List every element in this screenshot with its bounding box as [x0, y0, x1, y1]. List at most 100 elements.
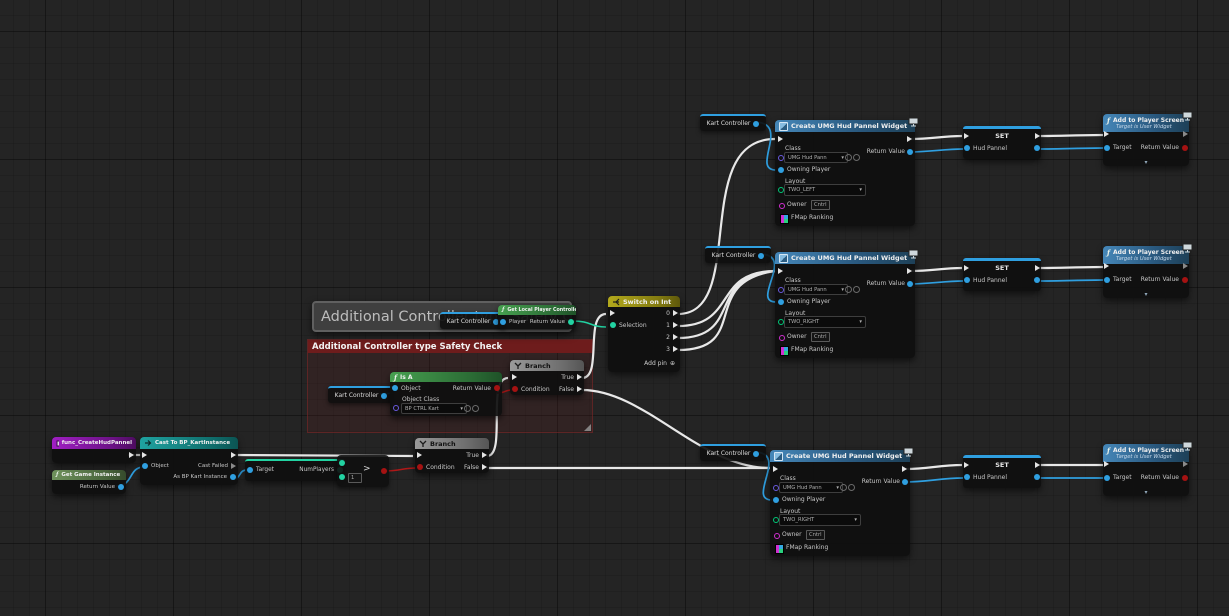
browse-icon[interactable]	[853, 154, 860, 161]
true-exec-pin[interactable]	[482, 452, 487, 458]
owner-value-input[interactable]: Cntrl	[811, 332, 830, 342]
exec-in-pin[interactable]	[778, 268, 783, 274]
return-value-pin[interactable]	[1182, 475, 1188, 481]
use-selected-icon[interactable]	[845, 286, 852, 293]
exec-in-pin[interactable]	[964, 265, 969, 271]
player-pin[interactable]	[500, 319, 506, 325]
return-value-pin[interactable]	[1182, 145, 1188, 151]
blueprint-canvas[interactable]: Additional Controller type Safety Check	[0, 0, 1229, 616]
exec-out-pin[interactable]	[1183, 461, 1188, 467]
case-0-exec-pin[interactable]	[673, 310, 678, 316]
node-header[interactable]: Branch	[510, 360, 584, 371]
node-header[interactable]: Create UMG Hud Pannel Widget	[775, 252, 915, 264]
add-to-player-screen-node-3[interactable]: ƒ Add to Player Screen Target is User Wi…	[1103, 444, 1189, 496]
add-to-player-screen-node-2[interactable]: ƒ Add to Player Screen Target is User Wi…	[1103, 246, 1189, 298]
browse-icon[interactable]	[848, 484, 855, 491]
value-output-pin[interactable]	[1034, 145, 1040, 151]
get-local-player-controller-id-node[interactable]: ƒ Get Local Player Controller ID Player …	[498, 305, 576, 329]
exec-out-pin[interactable]	[1183, 263, 1188, 269]
object-class-dropdown[interactable]: BP CTRL Kart ▾	[401, 403, 467, 414]
map-struct-pin[interactable]	[780, 346, 789, 356]
node-header[interactable]: func_CreateHudPannel	[52, 437, 136, 449]
owner-value-input[interactable]: Cntrl	[811, 200, 830, 210]
false-exec-pin[interactable]	[482, 464, 487, 470]
exec-out-pin[interactable]	[907, 136, 912, 142]
set-hud-pannel-node-1[interactable]: SET Hud Pannel	[963, 126, 1041, 159]
browse-icon[interactable]	[853, 286, 860, 293]
node-header[interactable]: ƒ Get Local Player Controller ID	[498, 305, 576, 315]
cast-failed-exec-pin[interactable]	[231, 463, 236, 469]
use-selected-icon[interactable]	[845, 154, 852, 161]
exec-in-pin[interactable]	[1104, 461, 1109, 467]
node-header[interactable]: Create UMG Hud Pannel Widget	[770, 450, 910, 462]
layout-dropdown[interactable]: TWO_RIGHT ▾	[784, 316, 866, 328]
object-pin[interactable]	[142, 463, 148, 469]
greater-than-node[interactable]: 1 >	[337, 455, 389, 487]
set-hud-pannel-node-3[interactable]: SET Hud Pannel	[963, 455, 1041, 488]
target-pin[interactable]	[1104, 475, 1110, 481]
a-input-pin[interactable]	[339, 460, 345, 466]
owner-pin[interactable]	[779, 335, 785, 341]
node-header[interactable]: Create UMG Hud Pannel Widget	[775, 120, 915, 132]
return-value-pin[interactable]	[1182, 277, 1188, 283]
b-input-pin[interactable]	[339, 474, 345, 480]
owner-pin[interactable]	[774, 533, 780, 539]
exec-out-pin[interactable]	[1035, 133, 1040, 139]
kart-controller-node-3[interactable]: Kart Controller	[700, 444, 766, 461]
owner-pin[interactable]	[779, 203, 785, 209]
kart-controller-node-5[interactable]: Kart Controller	[328, 386, 394, 403]
exec-out-pin[interactable]	[231, 452, 236, 458]
func-create-hud-pannel-node[interactable]: func_CreateHudPannel	[52, 437, 136, 463]
class-dropdown[interactable]: UMG Hud Pann ▾	[784, 284, 848, 295]
hud-pannel-pin[interactable]	[964, 277, 970, 283]
create-umg-widget-node-3[interactable]: Create UMG Hud Pannel Widget Class UMG H…	[770, 450, 910, 556]
use-selected-icon[interactable]	[464, 405, 471, 412]
owning-player-pin[interactable]	[773, 497, 779, 503]
exec-out-pin[interactable]	[129, 452, 134, 458]
exec-out-pin[interactable]	[1035, 462, 1040, 468]
case-2-exec-pin[interactable]	[673, 334, 678, 340]
result-pin[interactable]	[381, 468, 387, 474]
exec-in-pin[interactable]	[610, 310, 615, 316]
node-header[interactable]: Branch	[415, 438, 489, 449]
node-header[interactable]: ƒ Add to Player Screen Target is User Wi…	[1103, 444, 1189, 462]
exec-in-pin[interactable]	[417, 452, 422, 458]
branch-node-numplayers[interactable]: Branch True Condition False	[415, 438, 489, 473]
kart-controller-node-2[interactable]: Kart Controller	[705, 246, 771, 263]
true-exec-pin[interactable]	[577, 374, 582, 380]
set-hud-pannel-node-2[interactable]: SET Hud Pannel	[963, 258, 1041, 291]
exec-in-pin[interactable]	[1104, 263, 1109, 269]
owning-player-pin[interactable]	[778, 167, 784, 173]
object-class-pin[interactable]	[393, 405, 399, 411]
node-header[interactable]: ƒ Add to Player Screen Target is User Wi…	[1103, 246, 1189, 264]
create-umg-widget-node-2[interactable]: Create UMG Hud Pannel Widget Class UMG H…	[775, 252, 915, 358]
num-players-node[interactable]: Target NumPlayers	[245, 459, 345, 481]
exec-in-pin[interactable]	[964, 133, 969, 139]
exec-in-pin[interactable]	[964, 462, 969, 468]
map-struct-pin[interactable]	[780, 214, 789, 224]
return-value-pin[interactable]	[907, 281, 913, 287]
switch-on-int-node[interactable]: Switch on Int 0 Selection 1 2 3 Add pin …	[608, 296, 680, 372]
exec-in-pin[interactable]	[1104, 131, 1109, 137]
node-header[interactable]: Cast To BP_KartInstance	[140, 437, 238, 449]
node-header[interactable]: ƒ Get Game Instance	[52, 470, 126, 480]
exec-in-pin[interactable]	[512, 374, 517, 380]
expand-advanced-chevron[interactable]: ▾	[1103, 159, 1189, 166]
branch-node-safety[interactable]: Branch True Condition False	[510, 360, 584, 395]
expand-advanced-chevron[interactable]: ▾	[1103, 489, 1189, 496]
node-header[interactable]: Switch on Int	[608, 296, 680, 307]
layout-dropdown[interactable]: TWO_LEFT ▾	[784, 184, 866, 196]
expand-advanced-chevron[interactable]: ▾	[1103, 291, 1189, 298]
condition-pin[interactable]	[417, 464, 423, 470]
case-3-exec-pin[interactable]	[673, 346, 678, 352]
add-pin-button[interactable]: Add pin ⊕	[644, 360, 675, 367]
class-dropdown[interactable]: UMG Hud Pann ▾	[784, 152, 848, 163]
return-value-pin[interactable]	[118, 484, 124, 490]
exec-out-pin[interactable]	[1183, 131, 1188, 137]
hud-pannel-pin[interactable]	[964, 474, 970, 480]
object-output-pin[interactable]	[753, 451, 759, 457]
exec-out-pin[interactable]	[1035, 265, 1040, 271]
object-pin[interactable]	[392, 385, 398, 391]
return-value-pin[interactable]	[494, 385, 500, 391]
kart-controller-node-1[interactable]: Kart Controller	[700, 114, 766, 131]
